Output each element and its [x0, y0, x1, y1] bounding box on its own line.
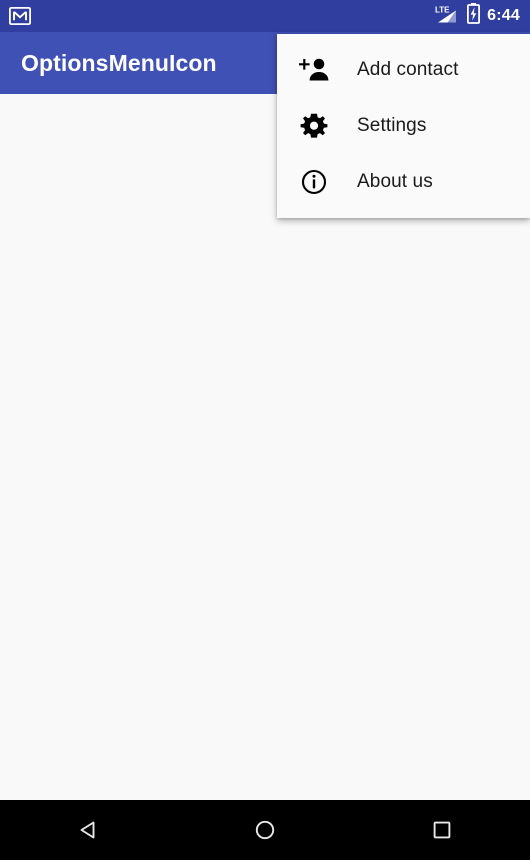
nav-recents-button[interactable] [353, 800, 530, 860]
android-navigation-bar [0, 800, 530, 860]
nav-home-button[interactable] [177, 800, 354, 860]
menu-item-label: Settings [357, 115, 427, 136]
menu-item-about-us[interactable]: About us [277, 154, 530, 210]
signal-bars-icon: LTE [434, 4, 460, 29]
status-bar: LTE 6:44 [0, 0, 530, 32]
gear-icon [298, 113, 332, 139]
back-triangle-icon [74, 816, 102, 844]
phone-screen: LTE 6:44 OptionsMenuIcon Add contact Set… [0, 0, 530, 860]
battery-charging-icon [467, 3, 481, 29]
page-title: OptionsMenuIcon [21, 49, 217, 76]
options-menu-popup[interactable]: Add contact Settings About us [277, 34, 530, 218]
menu-item-settings[interactable]: Settings [277, 98, 530, 154]
status-bar-clock: 6:44 [487, 6, 520, 24]
status-bar-left [9, 7, 31, 25]
status-bar-right: LTE 6:44 [434, 3, 520, 29]
info-circle-icon [298, 169, 332, 195]
home-circle-icon [251, 816, 279, 844]
svg-text:LTE: LTE [435, 5, 450, 14]
menu-item-add-contact[interactable]: Add contact [277, 42, 530, 98]
recents-square-icon [428, 816, 456, 844]
menu-item-label: About us [357, 171, 433, 192]
person-add-icon [298, 57, 332, 83]
gmail-envelope-icon [9, 7, 31, 25]
nav-back-button[interactable] [0, 800, 177, 860]
menu-item-label: Add contact [357, 59, 459, 80]
